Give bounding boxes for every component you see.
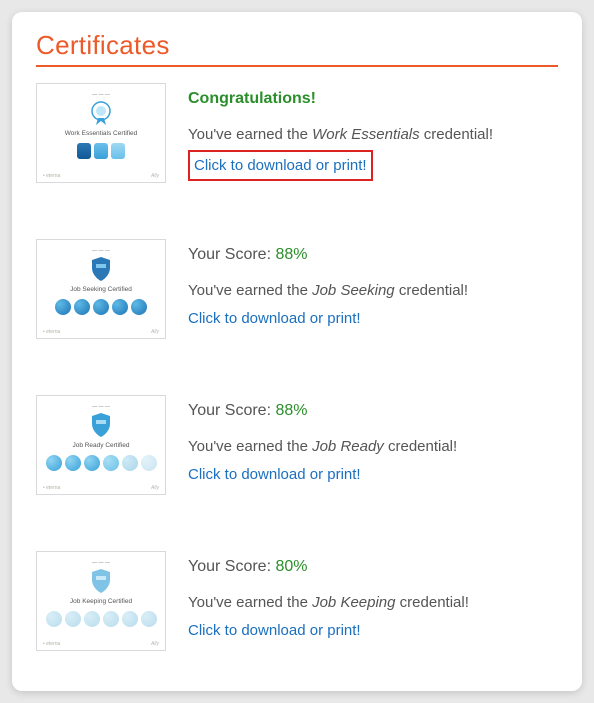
- section-title: Certificates: [36, 30, 558, 61]
- earned-text: You've earned the Job Keeping credential…: [188, 590, 558, 616]
- headline-score: Your Score: 80%: [188, 553, 558, 580]
- certificate-info: Congratulations! You've earned the Work …: [188, 83, 558, 181]
- thumb-credential-label: Job Keeping Certified: [70, 598, 132, 605]
- certificate-info: Your Score: 88% You've earned the Job Re…: [188, 395, 558, 488]
- thumb-signature: Ally: [151, 641, 159, 647]
- thumb-credential-label: Work Essentials Certified: [65, 130, 138, 137]
- earned-text: You've earned the Work Essentials creden…: [188, 122, 558, 148]
- thumb-credential-label: Job Ready Certified: [72, 442, 129, 449]
- earned-text: You've earned the Job Ready credential!: [188, 434, 558, 460]
- thumb-brand: • eterna: [43, 173, 60, 179]
- download-link[interactable]: Click to download or print!: [188, 618, 361, 644]
- thumb-header: — — —: [92, 404, 110, 410]
- certificate-thumbnail[interactable]: — — — Work Essentials Certified • eterna…: [36, 83, 166, 183]
- thumb-header: — — —: [92, 92, 110, 98]
- section-divider: [36, 65, 558, 67]
- shield-icon: [88, 568, 114, 594]
- ribbon-seal-icon: [88, 100, 114, 126]
- thumb-badges: [46, 611, 157, 627]
- download-link[interactable]: Click to download or print!: [188, 462, 361, 488]
- download-link[interactable]: Click to download or print!: [188, 306, 361, 332]
- download-link[interactable]: Click to download or print!: [188, 150, 373, 182]
- headline-score: Your Score: 88%: [188, 397, 558, 424]
- certificate-info: Your Score: 80% You've earned the Job Ke…: [188, 551, 558, 644]
- certificate-row: — — — Job Seeking Certified • eterna All…: [36, 239, 558, 339]
- certificate-thumbnail[interactable]: — — — Job Keeping Certified • eterna All…: [36, 551, 166, 651]
- thumb-badges: [46, 455, 157, 471]
- earned-text: You've earned the Job Seeking credential…: [188, 278, 558, 304]
- thumb-header: — — —: [92, 560, 110, 566]
- thumb-brand: • eterna: [43, 641, 60, 647]
- thumb-badges: [55, 299, 147, 315]
- certificate-thumbnail[interactable]: — — — Job Seeking Certified • eterna All…: [36, 239, 166, 339]
- thumb-signature: Ally: [151, 329, 159, 335]
- headline-score: Your Score: 88%: [188, 241, 558, 268]
- certificate-thumbnail[interactable]: — — — Job Ready Certified • eterna Ally: [36, 395, 166, 495]
- thumb-credential-label: Job Seeking Certified: [70, 286, 132, 293]
- thumb-header: — — —: [92, 248, 110, 254]
- certificate-row: — — — Job Keeping Certified • eterna All…: [36, 551, 558, 651]
- certificate-row: — — — Job Ready Certified • eterna Ally …: [36, 395, 558, 495]
- thumb-badges: [77, 143, 125, 159]
- certificates-card: Certificates — — — Work Essentials Certi…: [12, 12, 582, 691]
- thumb-brand: • eterna: [43, 485, 60, 491]
- thumb-signature: Ally: [151, 173, 159, 179]
- thumb-signature: Ally: [151, 485, 159, 491]
- thumb-brand: • eterna: [43, 329, 60, 335]
- shield-icon: [88, 256, 114, 282]
- certificate-row: — — — Work Essentials Certified • eterna…: [36, 83, 558, 183]
- certificate-info: Your Score: 88% You've earned the Job Se…: [188, 239, 558, 332]
- headline-congrats: Congratulations!: [188, 85, 558, 112]
- shield-icon: [88, 412, 114, 438]
